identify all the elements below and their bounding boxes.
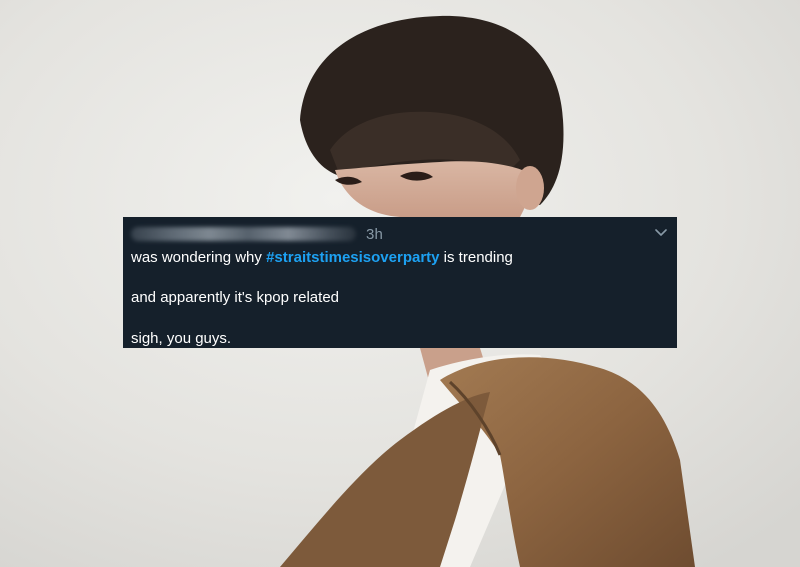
chevron-down-icon[interactable] [655, 229, 667, 237]
tweet-text-suffix: is trending [439, 249, 513, 266]
tweet-card[interactable]: 3h was wondering why #straitstimesisover… [123, 217, 677, 348]
tweet-timestamp: 3h [366, 225, 384, 243]
tweet-header: 3h [131, 224, 383, 244]
screenshot-scene: 3h was wondering why #straitstimesisover… [0, 0, 800, 567]
hashtag-link[interactable]: #straitstimesisoverparty [266, 249, 439, 266]
ear-shape [516, 166, 544, 210]
tweet-text-line-2: and apparently it's kpop related [131, 289, 340, 306]
tweet-text-line-1: was wondering why #straitstimesisoverpar… [131, 249, 513, 267]
tweet-text-prefix: was wondering why [131, 249, 267, 266]
tweet-text-line-3: sigh, you guys. [131, 330, 232, 347]
blurred-username [131, 227, 356, 241]
